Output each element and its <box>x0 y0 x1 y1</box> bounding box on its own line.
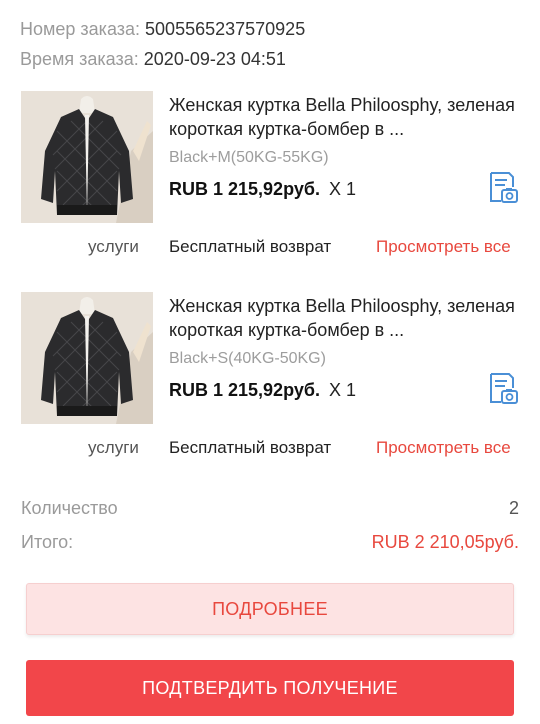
confirm-receipt-button[interactable]: ПОДТВЕРДИТЬ ПОЛУЧЕНИЕ <box>26 660 514 716</box>
order-item: Женская куртка Bella Philoosphy, зеленая… <box>0 292 540 492</box>
order-number-row: Номер заказа: 5005565237570925 <box>20 14 305 44</box>
order-time-value: 2020-09-23 04:51 <box>143 49 286 69</box>
total-label: Итого: <box>21 532 74 552</box>
product-price: RUB 1 215,92руб. <box>169 179 320 199</box>
total-value: RUB 2 210,05руб. <box>371 532 519 552</box>
product-image[interactable] <box>21 292 153 424</box>
total-summary-row: Итого: RUB 2 210,05руб. <box>21 532 519 553</box>
product-title[interactable]: Женская куртка Bella Philoosphy, зеленая… <box>169 294 519 342</box>
order-item: Женская куртка Bella Philoosphy, зеленая… <box>0 91 540 291</box>
product-variant: Black+S(40KG-50KG) <box>169 350 326 367</box>
order-number-value: 5005565237570925 <box>145 19 306 39</box>
quantity-label: Количество <box>21 498 118 518</box>
view-all-link[interactable]: Просмотреть все <box>376 438 511 458</box>
product-title[interactable]: Женская куртка Bella Philoosphy, зеленая… <box>169 93 519 141</box>
services-label: услуги <box>88 438 139 457</box>
product-image[interactable] <box>21 91 153 223</box>
product-quantity: X 1 <box>328 179 356 199</box>
product-price: RUB 1 215,92руб. <box>169 380 320 400</box>
services-label: услуги <box>88 237 139 256</box>
order-time-row: Время заказа: 2020-09-23 04:51 <box>20 44 305 74</box>
product-variant: Black+M(50KG-55KG) <box>169 149 329 166</box>
quantity-value: 2 <box>508 498 519 518</box>
photo-review-icon[interactable] <box>487 171 519 205</box>
details-button[interactable]: ПОДРОБНЕЕ <box>26 583 514 635</box>
services-value: Бесплатный возврат <box>169 438 332 457</box>
photo-review-icon[interactable] <box>487 372 519 406</box>
quantity-summary-row: Количество 2 <box>21 498 519 519</box>
order-meta: Номер заказа: 5005565237570925 Время зак… <box>20 14 305 74</box>
order-number-label: Номер заказа: <box>20 19 141 39</box>
view-all-link[interactable]: Просмотреть все <box>376 237 511 257</box>
order-time-label: Время заказа: <box>20 49 139 69</box>
product-quantity: X 1 <box>328 380 356 400</box>
services-value: Бесплатный возврат <box>169 237 332 256</box>
price-line: RUB 1 215,92руб. X 1 <box>169 380 356 401</box>
price-line: RUB 1 215,92руб. X 1 <box>169 179 356 200</box>
